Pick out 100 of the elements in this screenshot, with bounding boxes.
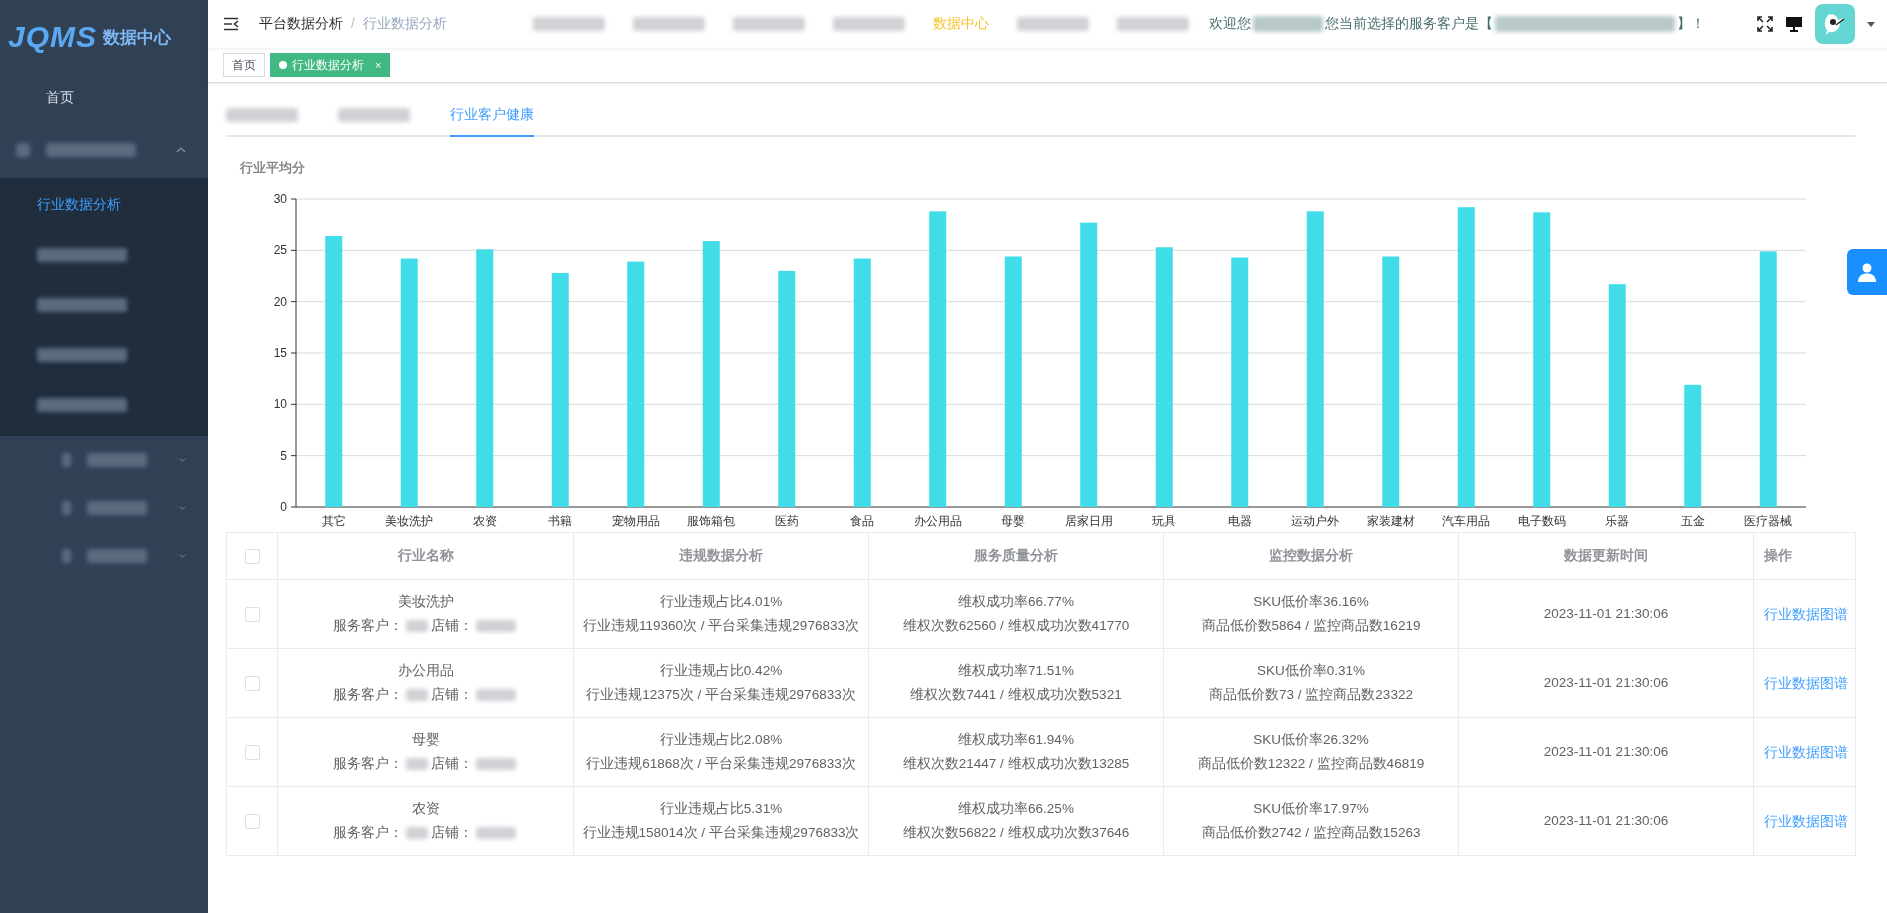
x-tick-label: 母婴 (1001, 514, 1026, 528)
table-cell: 2023-11-01 21:30:06 (1458, 648, 1754, 718)
x-tick-label: 医药 (774, 514, 799, 528)
checkbox[interactable] (244, 744, 260, 760)
customer-label: 服务客户： (332, 825, 403, 840)
monitor-icon[interactable] (1785, 16, 1803, 32)
x-tick-label: 宠物用品 (611, 514, 660, 528)
tab[interactable]: 行业客户健康 (450, 95, 534, 137)
table-cell: 2023-11-01 21:30:06 (1458, 717, 1754, 787)
chart-title: 行业平均分 (240, 159, 306, 177)
x-tick-label: 运动户外 (1291, 514, 1340, 528)
avatar[interactable] (1815, 4, 1855, 44)
column-header: 操作 (1753, 532, 1856, 580)
breadcrumb-item[interactable]: 平台数据分析 (259, 15, 343, 33)
x-tick-label: 五金 (1680, 514, 1705, 528)
nav-link[interactable]: 数据中心 (919, 15, 1003, 33)
blurred-text (87, 453, 148, 467)
caret-down-icon[interactable] (1867, 21, 1875, 27)
table-cell: 维权成功率71.51% 维权次数7441 / 维权成功次数5321 (868, 648, 1164, 718)
y-tick-label: 5 (280, 448, 287, 463)
shop-label: 店铺： (430, 756, 473, 771)
x-tick-label: 玩具 (1152, 514, 1177, 528)
sidebar-item[interactable]: 首页 (0, 74, 208, 122)
customer-label: 服务客户： (332, 756, 403, 771)
blurred-text (533, 17, 605, 32)
page-tag[interactable]: 行业数据分析 × (270, 53, 391, 77)
active-dot-icon (279, 61, 287, 69)
table-cell: SKU低价率26.32% 商品低价数12322 / 监控商品数46819 (1163, 717, 1459, 787)
checkbox[interactable] (244, 675, 260, 691)
blurred-text (633, 17, 705, 32)
y-tick-label: 20 (273, 294, 287, 309)
breadcrumb-item: 行业数据分析 (362, 15, 447, 33)
table-cell: SKU低价率36.16% 商品低价数5864 / 监控商品数16219 (1163, 579, 1459, 649)
logo: JQMS (8, 20, 98, 54)
x-tick-label: 家装建材 (1366, 514, 1415, 528)
x-tick-label: 美妆洗护 (385, 514, 434, 528)
x-tick-label: 汽车用品 (1442, 514, 1491, 528)
page-tag[interactable]: 首页 (223, 53, 265, 77)
page-tag-label: 行业数据分析 (292, 56, 364, 74)
blurred-text (405, 620, 428, 633)
checkbox[interactable] (244, 548, 260, 564)
customer-label: 服务客户： (332, 687, 403, 702)
shop-label: 店铺： (430, 687, 473, 702)
action-link[interactable]: 行业数据图谱 (1764, 812, 1848, 829)
table-cell: 2023-11-01 21:30:06 (1458, 786, 1754, 856)
blurred-text (338, 108, 410, 122)
blurred-text (405, 758, 428, 771)
y-tick-label: 25 (273, 243, 287, 258)
blurred-text (475, 758, 516, 771)
user-icon (1857, 262, 1877, 282)
action-link[interactable]: 行业数据图谱 (1764, 743, 1848, 760)
x-tick-label: 书籍 (548, 514, 573, 528)
table-cell: 维权成功率66.25% 维权次数56822 / 维权成功次数37646 (868, 786, 1164, 856)
table-cell: SKU低价率17.97% 商品低价数2742 / 监控商品数15263 (1163, 786, 1459, 856)
page-tag-label: 首页 (232, 56, 256, 74)
x-tick-label: 服饰箱包 (687, 514, 736, 528)
action-link[interactable]: 行业数据图谱 (1764, 605, 1848, 622)
logo-caption: 数据中心 (103, 26, 172, 49)
action-link[interactable]: 行业数据图谱 (1764, 674, 1848, 691)
table-cell: 维权成功率66.77% 维权次数62560 / 维权成功次数41770 (868, 579, 1164, 649)
x-tick-label: 居家日用 (1064, 514, 1113, 528)
blurred-text (475, 620, 516, 633)
breadcrumb-separator: / (351, 15, 355, 33)
blurred-text (62, 501, 72, 515)
industry-name: 办公用品 (396, 662, 455, 680)
blurred-text (87, 501, 148, 515)
blurred-text (475, 827, 516, 840)
fullscreen-icon[interactable] (1757, 16, 1773, 32)
industry-name: 母婴 (410, 731, 441, 749)
table-cell: 行业违规占比0.42% 行业违规12375次 / 平台采集违规2976833次 (573, 648, 869, 718)
y-tick-label: 10 (273, 397, 287, 412)
x-tick-label: 电器 (1227, 514, 1252, 528)
column-header: 行业名称 (277, 532, 574, 580)
sidebar-item[interactable]: 行业数据分析 (0, 180, 208, 230)
user-button[interactable] (1847, 249, 1887, 295)
checkbox[interactable] (244, 606, 260, 622)
blurred-text (62, 549, 72, 563)
x-tick-label: 办公用品 (913, 514, 962, 528)
x-tick-label: 乐器 (1605, 514, 1630, 528)
table-cell: SKU低价率0.31% 商品低价数73 / 监控商品数23322 (1163, 648, 1459, 718)
blurred-text (475, 689, 516, 702)
column-header: 服务质量分析 (868, 532, 1164, 580)
column-header: 违规数据分析 (573, 532, 869, 580)
blurred-text (405, 827, 428, 840)
x-tick-label: 食品 (850, 514, 875, 528)
table-cell: 行业违规占比5.31% 行业违规158014次 / 平台采集违规2976833次 (573, 786, 869, 856)
shop-label: 店铺： (430, 825, 473, 840)
close-icon[interactable]: × (369, 59, 382, 71)
blurred-text (1017, 17, 1089, 32)
y-tick-label: 15 (273, 346, 287, 360)
blurred-text (87, 549, 148, 563)
blurred-text (1117, 17, 1189, 32)
x-tick-label: 农资 (472, 514, 497, 528)
y-tick-label: 0 (280, 500, 287, 514)
menu-icon[interactable] (223, 17, 239, 31)
y-tick-label: 30 (273, 192, 287, 206)
blurred-text (833, 17, 905, 32)
blurred-text (16, 143, 30, 157)
x-tick-label: 医疗器械 (1744, 514, 1793, 528)
checkbox[interactable] (244, 813, 260, 829)
